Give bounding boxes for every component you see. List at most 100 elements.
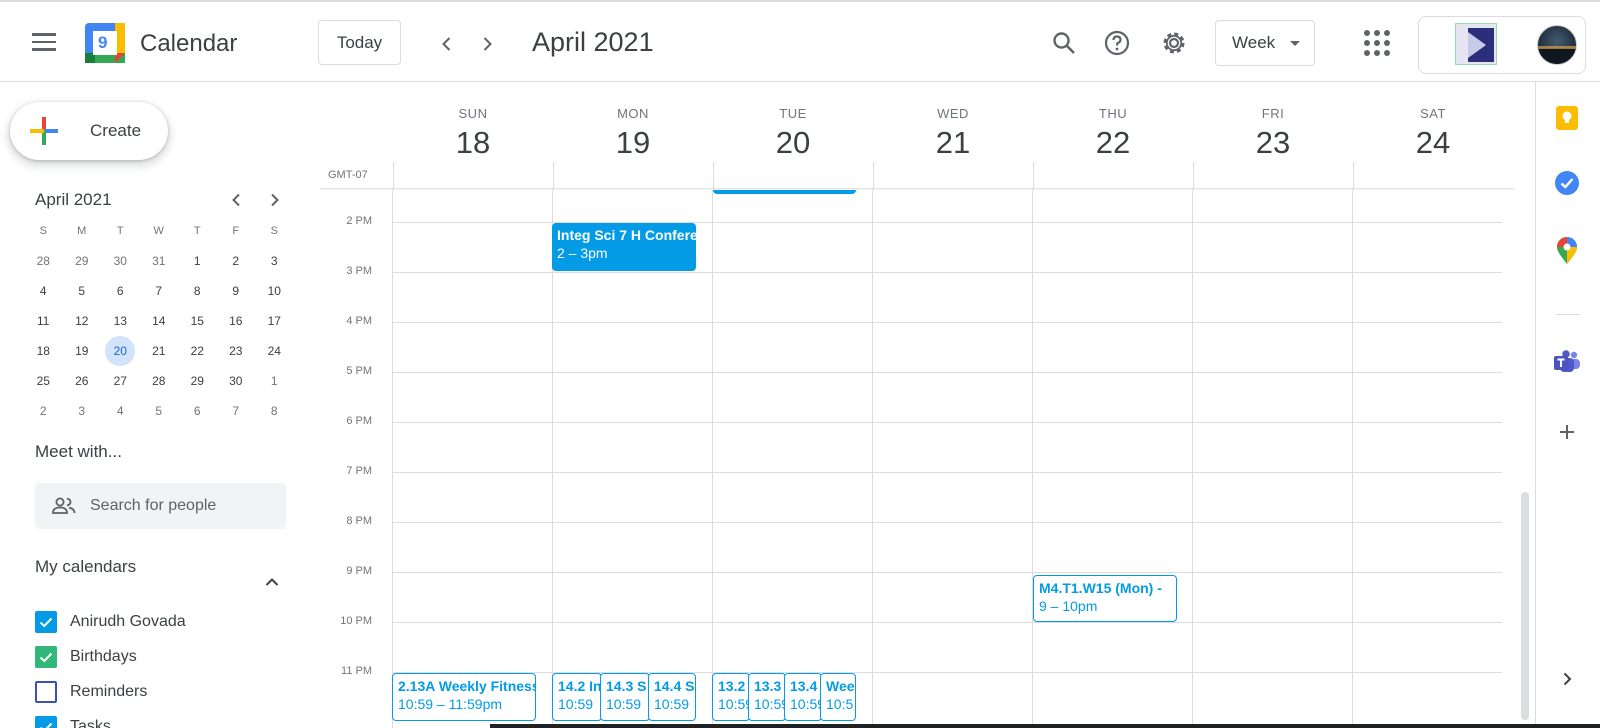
mini-day[interactable]: 30 — [101, 246, 140, 276]
mini-day[interactable]: 8 — [178, 276, 217, 306]
mini-day[interactable]: 22 — [178, 336, 217, 366]
mini-day[interactable]: 8 — [255, 396, 294, 426]
calendar-checkbox[interactable] — [35, 681, 57, 703]
mini-calendar-next-icon[interactable] — [260, 186, 288, 214]
help-icon[interactable] — [1100, 26, 1134, 60]
mini-day[interactable]: 7 — [140, 276, 179, 306]
event-14-3[interactable]: 14.3 S 10:59 — [600, 673, 650, 721]
add-addon-plus-icon[interactable] — [1552, 417, 1582, 447]
mini-day[interactable]: 28 — [140, 366, 179, 396]
mini-day[interactable]: 16 — [217, 306, 256, 336]
today-button[interactable]: Today — [318, 20, 401, 65]
keep-icon[interactable] — [1552, 103, 1582, 133]
mini-day[interactable]: 24 — [255, 336, 294, 366]
event-14-4[interactable]: 14.4 S 10:59 — [648, 673, 696, 721]
calendar-item-anirudh-govada[interactable]: Anirudh Govada — [35, 608, 186, 636]
hour-line — [392, 372, 1502, 373]
mini-day[interactable]: 4 — [101, 396, 140, 426]
mini-day[interactable]: 11 — [24, 306, 63, 336]
event-m4-t1-w15[interactable]: M4.T1.W15 (Mon) - 9 – 10pm — [1033, 575, 1177, 622]
calendar-item-reminders[interactable]: Reminders — [35, 678, 147, 706]
chevron-up-icon[interactable] — [258, 568, 286, 596]
calendar-checkbox[interactable] — [35, 611, 57, 633]
mini-day[interactable]: 29 — [178, 366, 217, 396]
previous-week-icon[interactable] — [431, 28, 463, 60]
mini-day[interactable]: 19 — [63, 336, 102, 366]
mini-day[interactable]: 31 — [140, 246, 179, 276]
day-header-date[interactable]: 24 — [1353, 125, 1513, 161]
mini-day[interactable]: 1 — [178, 246, 217, 276]
day-header-date[interactable]: 23 — [1193, 125, 1353, 161]
event-weekly-fitness[interactable]: 2.13A Weekly Fitness 10:59 – 11:59pm — [392, 673, 536, 721]
mini-day[interactable]: 13 — [101, 306, 140, 336]
day-header-date[interactable]: 19 — [553, 125, 713, 161]
account-area[interactable] — [1418, 16, 1586, 74]
mini-day[interactable]: 14 — [140, 306, 179, 336]
event-weekly[interactable]: Wee 10:5 — [820, 673, 856, 721]
mini-day[interactable]: 3 — [255, 246, 294, 276]
week-time-grid[interactable]: 2 PM 3 PM 4 PM 5 PM 6 PM 7 PM 8 PM 9 PM … — [310, 190, 1515, 728]
search-icon[interactable] — [1047, 26, 1081, 60]
event-time: 10:59 – 11:59pm — [398, 696, 503, 712]
expand-side-panel-chevron-icon[interactable] — [1552, 664, 1582, 694]
create-button[interactable]: Create — [10, 102, 168, 160]
mini-day[interactable]: 10 — [255, 276, 294, 306]
grid-scrollbar[interactable] — [1521, 492, 1529, 720]
maps-icon[interactable] — [1552, 236, 1582, 266]
mini-calendar-week: 28 29 30 31 1 2 3 — [24, 246, 294, 276]
mini-day[interactable]: 28 — [24, 246, 63, 276]
google-apps-icon[interactable] — [1362, 28, 1392, 58]
day-header-date[interactable]: 20 — [713, 125, 873, 161]
user-avatar[interactable] — [1537, 25, 1577, 65]
mini-day[interactable]: 1 — [255, 366, 294, 396]
mini-day[interactable]: 7 — [217, 396, 256, 426]
event-13-4[interactable]: 13.4 10:59 — [784, 673, 822, 721]
teams-icon[interactable] — [1552, 347, 1582, 377]
mini-day[interactable]: 23 — [217, 336, 256, 366]
mini-day[interactable]: 4 — [24, 276, 63, 306]
mini-day[interactable]: 30 — [217, 366, 256, 396]
mini-calendar-prev-icon[interactable] — [223, 186, 251, 214]
event-13-2[interactable]: 13.2 10:59 — [712, 673, 750, 721]
mini-day[interactable]: 2 — [217, 246, 256, 276]
calendar-logo-icon[interactable]: 9 — [85, 23, 125, 63]
organization-logo-icon[interactable] — [1455, 23, 1497, 65]
mini-day[interactable]: 21 — [140, 336, 179, 366]
mini-calendar-weekday-row: S M T W T F S — [24, 216, 294, 246]
settings-gear-icon[interactable] — [1157, 26, 1191, 60]
next-week-icon[interactable] — [471, 28, 503, 60]
mini-day[interactable]: 27 — [101, 366, 140, 396]
view-selector[interactable]: Week — [1215, 20, 1315, 66]
main-menu-icon[interactable] — [30, 28, 58, 56]
mini-day[interactable]: 29 — [63, 246, 102, 276]
calendar-item-birthdays[interactable]: Birthdays — [35, 643, 137, 671]
mini-day[interactable]: 25 — [24, 366, 63, 396]
mini-day[interactable]: 9 — [217, 276, 256, 306]
mini-day[interactable]: 2 — [24, 396, 63, 426]
day-header-date[interactable]: 18 — [393, 125, 553, 161]
calendar-checkbox[interactable] — [35, 716, 57, 728]
event-integ-sci-conference[interactable]: Integ Sci 7 H Conference 2 – 3pm — [552, 223, 696, 271]
tasks-icon[interactable] — [1552, 168, 1582, 198]
calendar-item-tasks[interactable]: Tasks — [35, 713, 111, 728]
search-people-input[interactable]: Search for people — [35, 483, 286, 529]
mini-day[interactable]: 6 — [178, 396, 217, 426]
mini-day[interactable]: 18 — [24, 336, 63, 366]
mini-day[interactable]: 5 — [140, 396, 179, 426]
day-header-date[interactable]: 21 — [873, 125, 1033, 161]
hour-label: 7 PM — [346, 465, 372, 477]
event-14-2[interactable]: 14.2 In 10:59 — [552, 673, 602, 721]
mini-day[interactable]: 15 — [178, 306, 217, 336]
calendar-name: Birthdays — [70, 648, 137, 665]
mini-day[interactable]: 6 — [101, 276, 140, 306]
event-chip-clipped[interactable] — [713, 190, 856, 194]
mini-day[interactable]: 12 — [63, 306, 102, 336]
mini-day[interactable]: 5 — [63, 276, 102, 306]
calendar-checkbox[interactable] — [35, 646, 57, 668]
day-header-date[interactable]: 22 — [1033, 125, 1193, 161]
mini-day-today[interactable]: 20 — [101, 336, 140, 366]
mini-day[interactable]: 26 — [63, 366, 102, 396]
mini-day[interactable]: 17 — [255, 306, 294, 336]
mini-day[interactable]: 3 — [63, 396, 102, 426]
event-13-3[interactable]: 13.3 10:59 — [748, 673, 786, 721]
